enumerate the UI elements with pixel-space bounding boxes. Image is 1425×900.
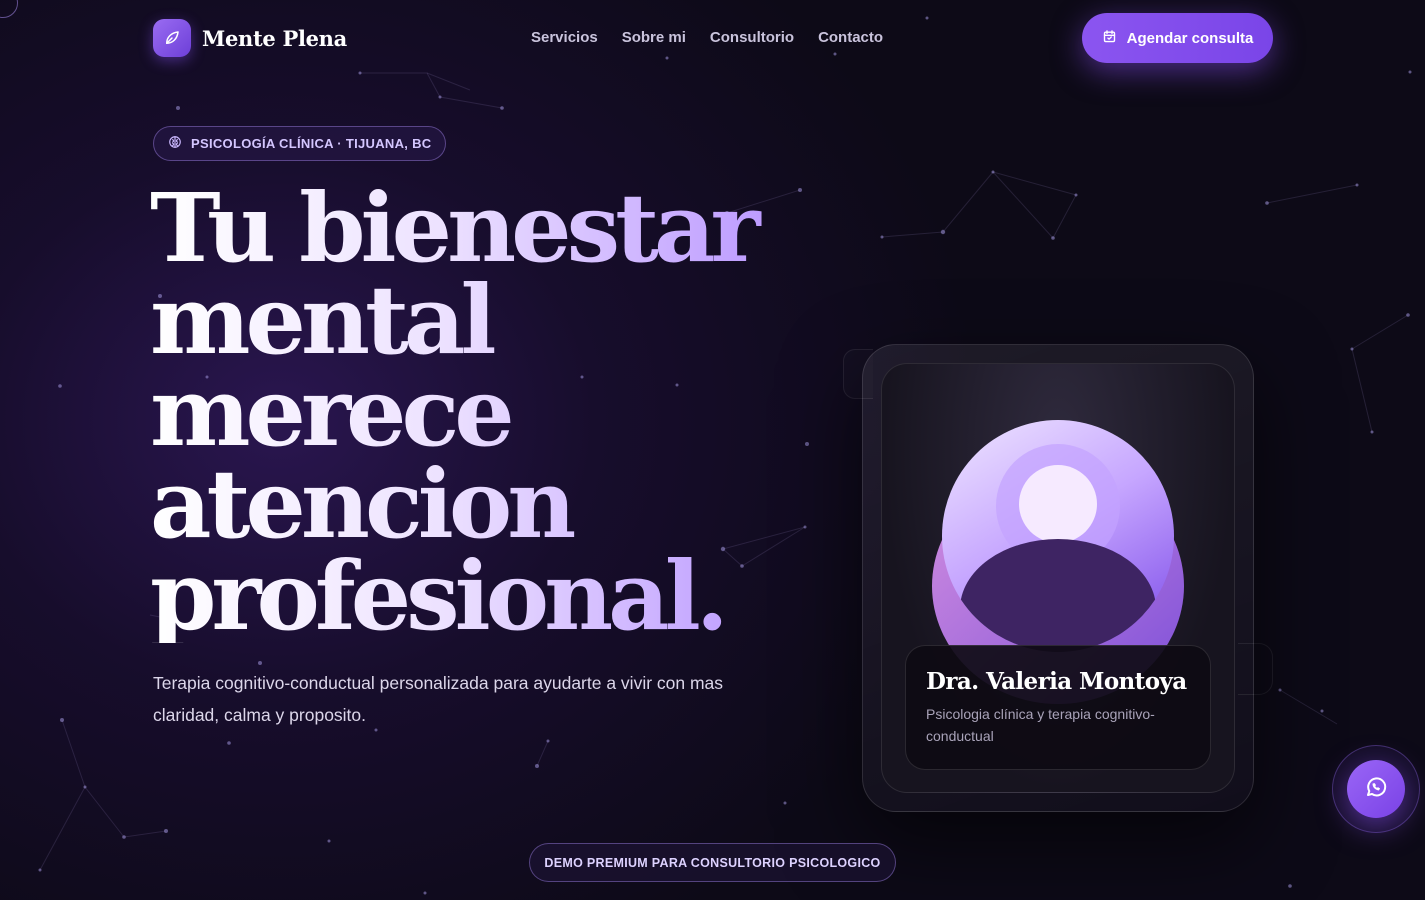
hero-title-line: atencion [150, 457, 790, 552]
demo-badge: DEMO PREMIUM PARA CONSULTORIO PSICOLOGIC… [529, 843, 896, 882]
hero-title-line: profesional. [150, 549, 790, 644]
specialty-badge: PSICOLOGÍA CLÍNICA · TIJUANA, BC [153, 126, 447, 161]
nav-link-servicios[interactable]: Servicios [531, 29, 598, 46]
hero-title-line: Tu bienestar [150, 181, 790, 276]
doctor-name: Dra. Valeria Montoya [926, 668, 1187, 695]
whatsapp-icon [1364, 775, 1388, 804]
specialty-badge-text: PSICOLOGÍA CLÍNICA · TIJUANA, BC [191, 136, 432, 151]
profile-info-panel: Dra. Valeria Montoya Psicologia clínica … [905, 645, 1211, 770]
nav-link-contacto[interactable]: Contacto [818, 29, 883, 46]
brand-logo[interactable]: Mente Plena [153, 19, 347, 57]
top-navigation: Mente Plena Servicios Sobre mi Consultor… [0, 0, 1425, 76]
book-appointment-button[interactable]: Agendar consulta [1082, 13, 1273, 63]
hero-subtitle: Terapia cognitivo-conductual personaliza… [153, 673, 724, 725]
brain-icon [168, 135, 182, 152]
brand-name: Mente Plena [202, 25, 347, 51]
hero-title: Tu bienestar mental merece atencion prof… [150, 181, 790, 644]
main-menu: Servicios Sobre mi Consultorio Contacto [531, 29, 883, 46]
book-appointment-label: Agendar consulta [1126, 29, 1254, 47]
calendar-icon [1102, 29, 1117, 48]
hero-title-line: mental [150, 273, 790, 368]
hero-title-line: merece [150, 365, 790, 460]
nav-link-consultorio[interactable]: Consultorio [710, 29, 794, 46]
doctor-role: Psicologia clínica y terapia cognitivo-c… [926, 706, 1155, 744]
nav-link-sobre-mi[interactable]: Sobre mi [622, 29, 686, 46]
whatsapp-button[interactable] [1347, 760, 1405, 818]
leaf-icon [153, 19, 191, 57]
